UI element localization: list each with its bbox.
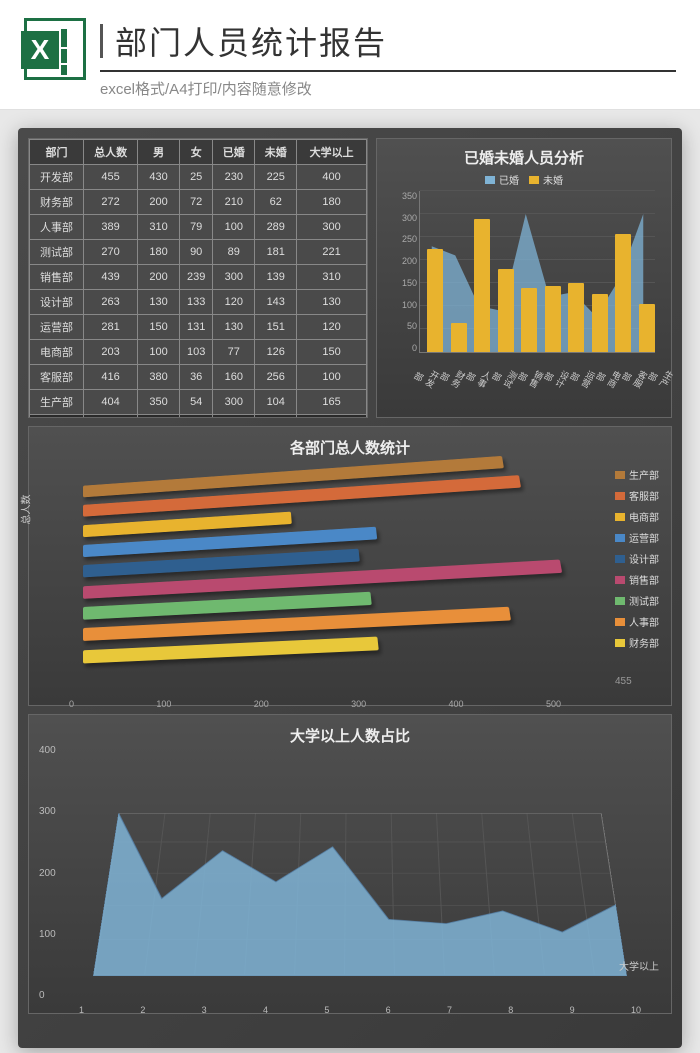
- table-row: 财务部2722007221062180: [30, 190, 367, 215]
- col-header: 部门: [30, 140, 84, 165]
- spreadsheet-preview: 部门总人数男女已婚未婚大学以上开发部45543025230225400财务部27…: [18, 128, 682, 1048]
- bar: [639, 304, 655, 352]
- chart-legend: 已婚 未婚: [385, 172, 663, 187]
- table-row: 开发部45543025230225400: [30, 165, 367, 190]
- y-axis-label: 总人数: [18, 495, 33, 525]
- chart-title: 各部门总人数统计: [43, 437, 657, 458]
- bar: [592, 294, 608, 352]
- excel-icon: X: [24, 18, 86, 80]
- page-title: 部门人员统计报告: [115, 18, 387, 64]
- legend-item: 设计部: [615, 551, 659, 566]
- bar: [521, 288, 537, 352]
- header-banner: X 部门人员统计报告 excel格式/A4打印/内容随意修改: [0, 0, 700, 110]
- legend-item: 销售部: [615, 572, 659, 587]
- bar: [498, 269, 514, 352]
- chart-title: 大学以上人数占比: [43, 725, 657, 746]
- bar: [615, 234, 631, 352]
- chart-title: 已婚未婚人员分析: [385, 147, 663, 168]
- col-header: 总人数: [84, 140, 138, 165]
- degree-chart: 大学以上人数占比 0100200300400 12345678910 大学以上: [28, 714, 672, 1014]
- col-header: 女: [180, 140, 213, 165]
- legend-married: 已婚: [499, 172, 519, 187]
- series-label: 大学以上: [619, 958, 659, 973]
- page-subtitle: excel格式/A4打印/内容随意修改: [100, 72, 676, 99]
- table-row: 生产部40435054300104165: [30, 390, 367, 415]
- table-row: 人事部38931079100289300: [30, 215, 367, 240]
- bar: [427, 249, 443, 353]
- excel-x-badge: X: [21, 31, 59, 69]
- bar: [474, 219, 490, 352]
- col-header: 男: [138, 140, 180, 165]
- legend-item: 客服部: [615, 488, 659, 503]
- legend-item: 人事部: [615, 614, 659, 629]
- table-row: 运营部281150131130151120: [30, 315, 367, 340]
- table-row: 测试部2701809089181221: [30, 240, 367, 265]
- legend-unmarried: 未婚: [543, 172, 563, 187]
- table-row: 设计部263130133120143130: [30, 290, 367, 315]
- col-header: 大学以上: [297, 140, 367, 165]
- table-row: 销售部439200239300139310: [30, 265, 367, 290]
- legend-item: 运营部: [615, 530, 659, 545]
- bar: [451, 323, 467, 352]
- table-row: 客服部41638036160256100: [30, 365, 367, 390]
- table-row: 电商部20310010377126150: [30, 340, 367, 365]
- bar: [568, 283, 584, 352]
- data-table: 部门总人数男女已婚未婚大学以上开发部45543025230225400财务部27…: [28, 138, 368, 418]
- legend-item: 财务部: [615, 635, 659, 650]
- legend-item: 测试部: [615, 593, 659, 608]
- table-total-row: 总计33922430962171616762076: [30, 415, 367, 419]
- marriage-chart: 已婚未婚人员分析 已婚 未婚 050100150200250300350 开发部…: [376, 138, 672, 418]
- hbar: [83, 636, 379, 663]
- legend-item: 电商部: [615, 509, 659, 524]
- legend-item: 生产部: [615, 467, 659, 482]
- col-header: 已婚: [213, 140, 255, 165]
- bar: [545, 286, 561, 352]
- col-header: 未婚: [255, 140, 297, 165]
- total-count-chart: 各部门总人数统计 总人数 生产部客服部电商部运营部设计部销售部测试部人事部财务部…: [28, 426, 672, 706]
